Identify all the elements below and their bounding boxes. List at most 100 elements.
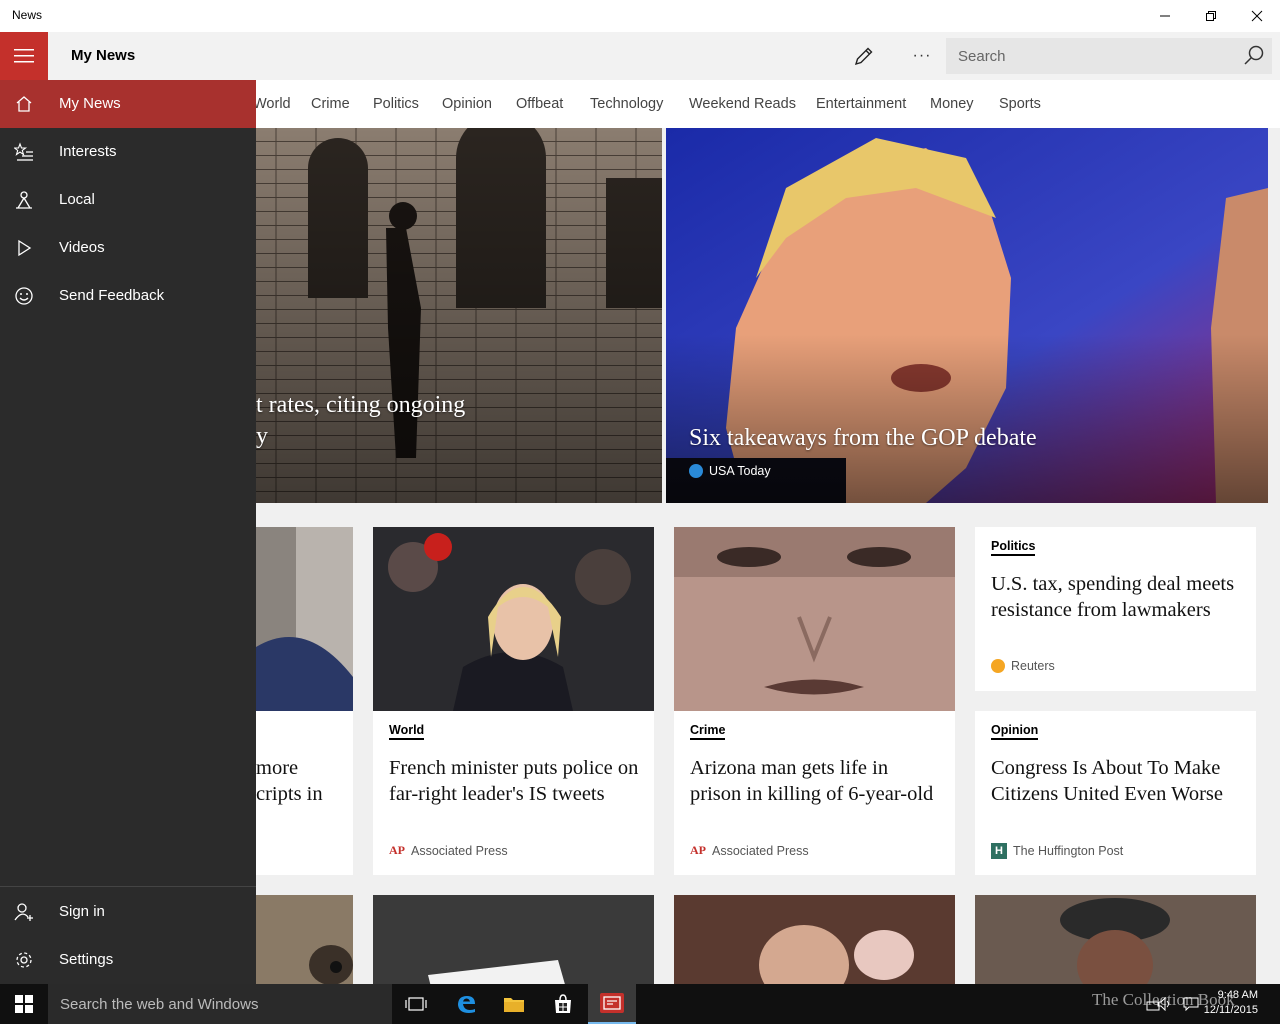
nav-item-label: Send Feedback <box>59 287 165 304</box>
tab-sports[interactable]: Sports <box>999 96 1041 112</box>
news-feed: t rates, citing ongoing y Six takeaways … <box>256 128 1280 984</box>
smiley-icon <box>15 287 33 305</box>
edit-button[interactable] <box>848 40 880 72</box>
hero-1-headline-line2: y <box>256 423 268 449</box>
huffington-post-logo-icon: H <box>991 843 1007 859</box>
nav-item-label: Videos <box>59 239 105 256</box>
edge-icon <box>458 996 475 1013</box>
story-card-1-headline-line1: more <box>256 757 299 779</box>
hero-story-2[interactable]: Six takeaways from the GOP debate USA To… <box>666 128 1268 503</box>
hero-2-headline: Six takeaways from the GOP debate <box>689 425 1037 451</box>
nav-item-interests[interactable]: Interests <box>0 128 256 176</box>
location-icon <box>16 191 32 209</box>
story-card-opinion-source-name: The Huffington Post <box>1013 844 1124 858</box>
search-input[interactable] <box>946 38 1226 74</box>
story-card-politics-category[interactable]: Politics <box>991 539 1036 556</box>
cortana-search-box <box>48 984 392 1024</box>
nav-item-label: Settings <box>59 951 114 968</box>
tab-crime[interactable]: Crime <box>311 96 350 112</box>
close-button[interactable] <box>1234 0 1280 32</box>
story-card-opinion-category[interactable]: Opinion <box>991 723 1039 740</box>
action-center-icon <box>1183 997 1199 1011</box>
task-view-button[interactable] <box>392 984 440 1024</box>
gear-icon <box>16 952 32 968</box>
clock-date: 12/11/2015 <box>1203 1004 1258 1016</box>
story-card-row3-4-image <box>975 895 1256 984</box>
story-card-opinion-source: H The Huffington Post <box>991 843 1123 859</box>
story-card-opinion[interactable]: Opinion Congress Is About To Make Citize… <box>975 711 1256 875</box>
tab-entertainment[interactable]: Entertainment <box>816 96 906 112</box>
hero-2-source: USA Today <box>689 464 771 478</box>
taskbar-clock[interactable]: 9:48 AM 12/11/2015 <box>1204 988 1258 1018</box>
story-card-politics-headline: U.S. tax, spending deal meets resistance… <box>991 573 1235 621</box>
nav-item-label: My News <box>59 95 121 112</box>
story-card-crime[interactable]: Crime Arizona man gets life in prison in… <box>674 527 955 875</box>
hero-1-headline-line1: t rates, citing ongoing <box>256 392 466 418</box>
nav-item-settings[interactable]: Settings <box>0 936 256 984</box>
story-card-world[interactable]: World French minister puts police on far… <box>373 527 654 875</box>
home-icon <box>16 96 32 112</box>
story-card-world-source-name: Associated Press <box>411 843 508 858</box>
tab-technology[interactable]: Technology <box>590 96 663 112</box>
ap-logo-icon: AP <box>690 843 706 857</box>
tab-weekend-reads[interactable]: Weekend Reads <box>689 96 796 112</box>
story-card-1-image <box>256 527 353 711</box>
page-title: My News <box>71 47 136 64</box>
nav-divider <box>0 886 256 887</box>
story-card-row3-2[interactable] <box>373 895 654 984</box>
news-app-button[interactable] <box>588 984 636 1024</box>
hero-story-1[interactable]: t rates, citing ongoing y <box>256 128 662 503</box>
story-card-world-category[interactable]: World <box>389 723 425 740</box>
story-card-crime-headline: Arizona man gets life in prison in killi… <box>690 757 934 805</box>
story-card-crime-source: AP Associated Press <box>690 843 809 858</box>
story-card-row3-4[interactable] <box>975 895 1256 984</box>
story-card-1-headline: more cripts in <box>256 755 339 807</box>
play-icon <box>18 239 32 257</box>
tab-world[interactable]: World <box>253 96 291 112</box>
story-card-opinion-headline: Congress Is About To Make Citizens Unite… <box>991 757 1223 805</box>
story-card-row3-1-image <box>256 895 353 984</box>
store-icon <box>555 994 571 1013</box>
nav-item-local[interactable]: Local <box>0 176 256 224</box>
start-button[interactable] <box>0 984 48 1024</box>
restore-icon <box>1206 11 1216 21</box>
navigation-pane: My News Interests Local Videos Send Feed… <box>0 80 256 984</box>
more-options-button[interactable]: ··· <box>906 40 938 72</box>
nav-item-sign-in[interactable]: Sign in <box>0 888 256 936</box>
hero-1-headline: t rates, citing ongoing y <box>256 390 465 452</box>
clock-time: 9:48 AM <box>1217 989 1258 1001</box>
story-card-row3-1[interactable] <box>256 895 353 984</box>
nav-item-my-news[interactable]: My News <box>0 80 256 128</box>
vertical-scrollbar[interactable] <box>1270 128 1280 984</box>
store-button[interactable] <box>539 984 587 1024</box>
category-tabs: World Crime Politics Opinion Offbeat Tec… <box>253 80 1280 128</box>
task-view-icon <box>405 997 427 1011</box>
nav-item-videos[interactable]: Videos <box>0 224 256 272</box>
taskbar-search-input[interactable] <box>48 984 392 1024</box>
story-card-world-source: AP Associated Press <box>389 843 508 858</box>
tab-politics[interactable]: Politics <box>373 96 419 112</box>
app-bar: My News ··· <box>0 32 1280 80</box>
file-explorer-button[interactable] <box>490 984 538 1024</box>
edge-button[interactable] <box>442 984 490 1024</box>
window-title: News <box>12 8 43 22</box>
reuters-logo-icon <box>991 659 1005 673</box>
folder-icon <box>504 998 524 1012</box>
minimize-button[interactable] <box>1142 0 1188 32</box>
hero-2-source-name: USA Today <box>709 464 771 478</box>
search-icon[interactable] <box>1242 44 1266 68</box>
story-card-politics-source-name: Reuters <box>1011 659 1055 673</box>
tab-opinion[interactable]: Opinion <box>442 96 492 112</box>
tab-money[interactable]: Money <box>930 96 974 112</box>
nav-item-label: Sign in <box>59 903 105 920</box>
story-card-crime-category[interactable]: Crime <box>690 723 726 740</box>
restore-button[interactable] <box>1188 0 1234 32</box>
action-center-button[interactable] <box>1176 984 1206 1024</box>
tab-offbeat[interactable]: Offbeat <box>516 96 563 112</box>
hamburger-button[interactable] <box>0 32 48 80</box>
search-box <box>946 38 1272 74</box>
story-card-row3-3[interactable] <box>674 895 955 984</box>
nav-item-send-feedback[interactable]: Send Feedback <box>0 272 256 320</box>
story-card-politics[interactable]: Politics U.S. tax, spending deal meets r… <box>975 527 1256 691</box>
story-card-1[interactable]: more cripts in <box>256 527 353 875</box>
